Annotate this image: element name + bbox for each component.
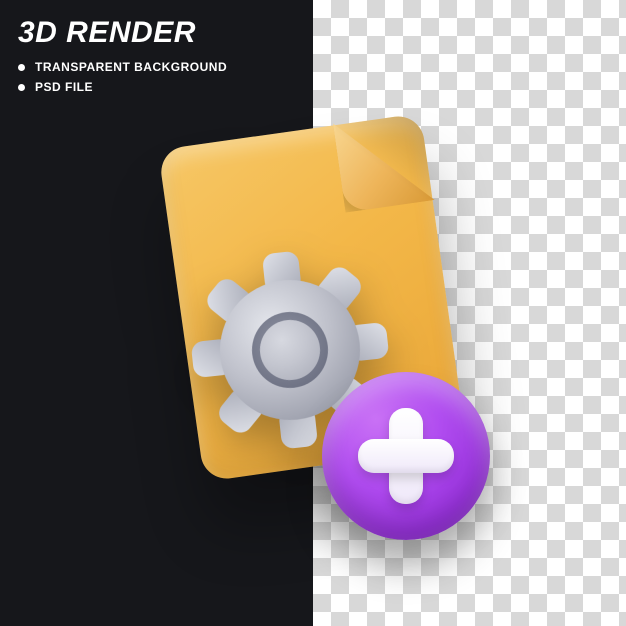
feature-list: TRANSPARENT BACKGROUND PSD FILE xyxy=(18,60,227,94)
file-folded-corner-icon xyxy=(333,111,435,213)
feature-item: PSD FILE xyxy=(18,80,227,94)
feature-label: PSD FILE xyxy=(35,80,93,94)
file-settings-add-3d-icon xyxy=(150,120,480,530)
feature-label: TRANSPARENT BACKGROUND xyxy=(35,60,227,74)
header: 3D RENDER TRANSPARENT BACKGROUND PSD FIL… xyxy=(18,16,227,94)
page-title: 3D RENDER xyxy=(18,16,227,50)
feature-item: TRANSPARENT BACKGROUND xyxy=(18,60,227,74)
promo-card: 3D RENDER TRANSPARENT BACKGROUND PSD FIL… xyxy=(0,0,626,626)
add-badge-icon xyxy=(322,372,490,540)
bullet-dot-icon xyxy=(18,64,25,71)
plus-icon xyxy=(358,408,454,504)
bullet-dot-icon xyxy=(18,84,25,91)
